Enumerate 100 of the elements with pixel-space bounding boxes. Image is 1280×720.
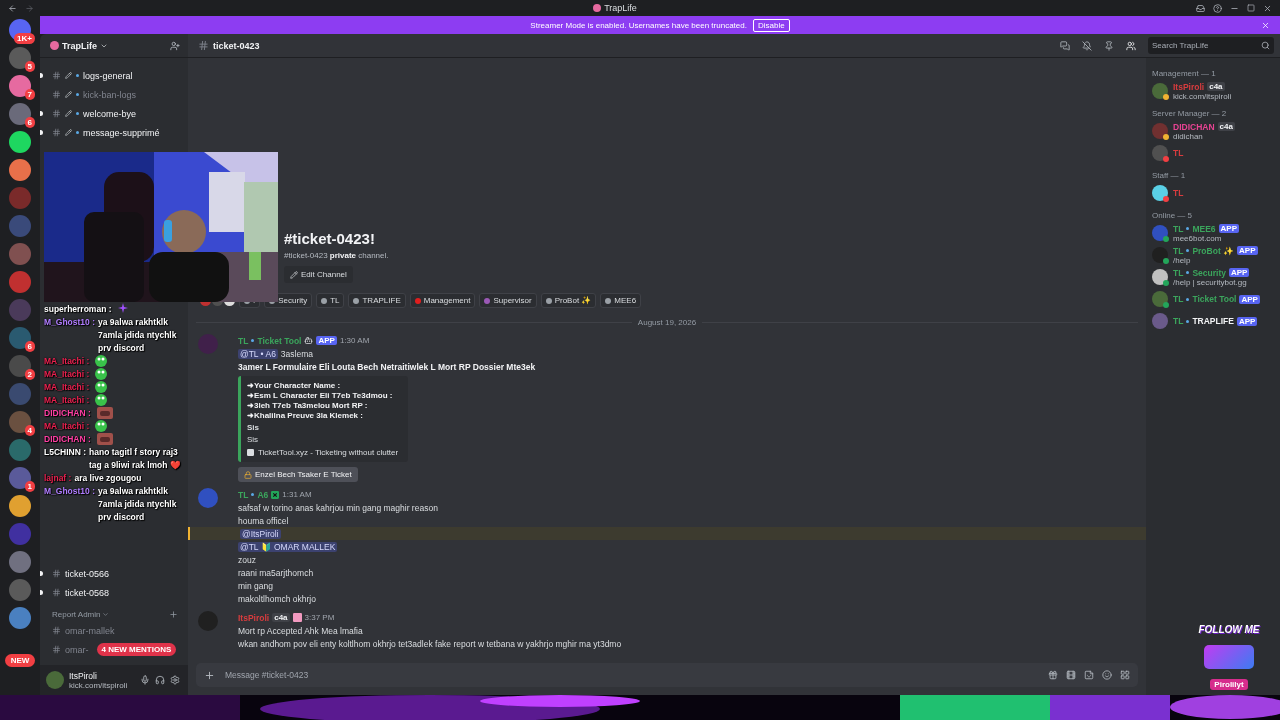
chat-username: MA_Itachi : <box>44 381 90 394</box>
mention[interactable]: @TL • A6 <box>238 348 278 359</box>
server-name[interactable]: TrapLife <box>62 40 97 51</box>
server-icon[interactable] <box>9 159 31 181</box>
server-icon[interactable] <box>9 75 31 97</box>
sparkle-emote-icon <box>117 303 128 313</box>
member-name[interactable]: ItsPiroli <box>1173 81 1205 92</box>
sticker-icon[interactable] <box>1084 670 1094 680</box>
channel-item[interactable]: message-supprimé <box>40 123 182 142</box>
channel-item[interactable]: kick-ban-logs <box>40 85 182 104</box>
help-icon[interactable] <box>1213 3 1222 13</box>
member-name[interactable]: MEE6 <box>1192 223 1216 234</box>
author-name[interactable]: ItsPiroli <box>238 612 270 623</box>
dot-icon <box>76 74 79 77</box>
role-tag: TL <box>1173 223 1184 234</box>
add-icon[interactable] <box>204 669 215 681</box>
threads-icon[interactable] <box>1060 40 1070 51</box>
mute-icon[interactable] <box>1082 40 1092 51</box>
apps-icon[interactable] <box>1120 670 1130 680</box>
settings-icon[interactable] <box>170 675 180 685</box>
new-pill: NEW <box>4 654 36 667</box>
emoji-icon[interactable] <box>1102 670 1112 680</box>
server-icon[interactable] <box>9 495 31 517</box>
hash-icon <box>52 645 61 654</box>
avatar[interactable] <box>1152 225 1168 241</box>
author-name[interactable]: A6 <box>257 489 269 500</box>
member-name[interactable]: DIDICHAN <box>1173 121 1215 132</box>
avatar[interactable] <box>1152 83 1168 99</box>
server-icon[interactable] <box>9 131 31 153</box>
pencil-icon <box>65 72 72 79</box>
add-channel-icon[interactable] <box>169 610 178 619</box>
gift-icon[interactable] <box>1048 670 1058 680</box>
message-input[interactable]: Message #ticket-0423 <box>223 669 1040 681</box>
maximize-icon[interactable] <box>1247 4 1255 12</box>
timestamp: 1:31 AM <box>282 490 312 499</box>
avatar[interactable] <box>1152 185 1168 201</box>
channel-item[interactable]: omar-mallek <box>40 621 115 640</box>
invite-icon[interactable] <box>170 40 180 51</box>
member-name[interactable]: TRAPLIFE <box>1192 316 1234 326</box>
channel-item[interactable]: ticket-0566 <box>40 564 182 583</box>
channel-item[interactable]: omar- <box>40 640 89 659</box>
embed-field: ➜Your Character Name : <box>247 381 399 390</box>
server-icon[interactable] <box>9 607 31 629</box>
server-icon[interactable] <box>9 467 31 489</box>
author-name[interactable]: Ticket Tool <box>257 335 302 346</box>
edit-channel-button[interactable]: Edit Channel <box>284 266 353 283</box>
app-tag: APP <box>316 336 337 345</box>
members-icon[interactable] <box>1126 40 1136 51</box>
hash-icon <box>52 128 61 137</box>
headphones-icon[interactable] <box>155 675 165 685</box>
message-text: houma officel <box>238 515 289 526</box>
mention[interactable]: @TL 🔰 OMAR MALLEK <box>238 541 338 552</box>
disable-button[interactable]: Disable <box>752 18 790 32</box>
close-icon[interactable] <box>1261 21 1270 30</box>
app-tag: APP <box>1228 268 1250 277</box>
search-field[interactable]: Search TrapLife <box>1152 41 1252 50</box>
server-icon[interactable] <box>9 355 31 377</box>
role-name: ProBot ✨ <box>554 296 592 305</box>
pencil-icon <box>65 91 72 98</box>
server-icon[interactable] <box>9 327 31 349</box>
channel-item[interactable]: ticket-0568 <box>40 583 182 602</box>
welcome-text: #ticket-0423 private channel. <box>284 251 390 260</box>
mention[interactable]: @ItsPiroli <box>240 528 281 539</box>
channel-item[interactable]: logs-general <box>40 66 182 85</box>
guild-tag: c4a <box>272 613 290 622</box>
gif-icon[interactable] <box>1066 670 1076 680</box>
new-mentions-pill[interactable]: 4 NEW MENTIONS <box>96 643 177 656</box>
category-title[interactable]: Report Admin <box>52 610 101 619</box>
close-icon[interactable] <box>1263 3 1272 13</box>
avatar[interactable] <box>1152 145 1168 161</box>
date-divider: August 19, 2026 <box>637 318 697 327</box>
pin-icon[interactable] <box>1104 40 1114 51</box>
member-name[interactable]: Ticket Tool <box>1192 294 1237 304</box>
back-icon[interactable] <box>8 3 17 13</box>
microphone-icon[interactable] <box>140 675 150 685</box>
guild-tag: c4a <box>1207 82 1225 91</box>
message-text: zouz <box>238 554 256 565</box>
inbox-icon[interactable] <box>1196 3 1205 13</box>
server-icon[interactable] <box>9 47 31 69</box>
close-ticket-button[interactable]: Enzel Bech Tsaker E Ticket <box>238 467 358 482</box>
message-bar[interactable]: Message #ticket-0423 <box>196 663 1138 687</box>
member-name[interactable]: ProBot ✨ <box>1192 245 1235 256</box>
server-icon[interactable] <box>9 411 31 433</box>
window-title: TrapLife <box>604 3 637 13</box>
channel-item[interactable]: welcome-bye <box>40 104 182 123</box>
embed-value: Sis <box>247 423 260 432</box>
embed-field: ➜Esm L Character Eli T7eb Te3dmou : <box>247 391 399 400</box>
avatar[interactable] <box>1152 247 1168 263</box>
member-name[interactable]: Security <box>1192 267 1226 278</box>
avatar[interactable] <box>1152 269 1168 285</box>
chat-message: ya 9alwa rakhtklk 7amla jdida ntychlk prv discord <box>98 316 178 355</box>
search-box[interactable]: Search TrapLife <box>1148 37 1274 54</box>
server-icon[interactable] <box>9 103 31 125</box>
avatar[interactable] <box>1152 123 1168 139</box>
avatar[interactable] <box>1152 291 1168 307</box>
user-status: kick.com/itspiroli <box>69 680 129 690</box>
role-name: TL <box>330 296 340 305</box>
frog-emote-icon <box>95 420 108 432</box>
dot-icon <box>76 93 79 96</box>
role-tag: TL <box>238 335 249 346</box>
